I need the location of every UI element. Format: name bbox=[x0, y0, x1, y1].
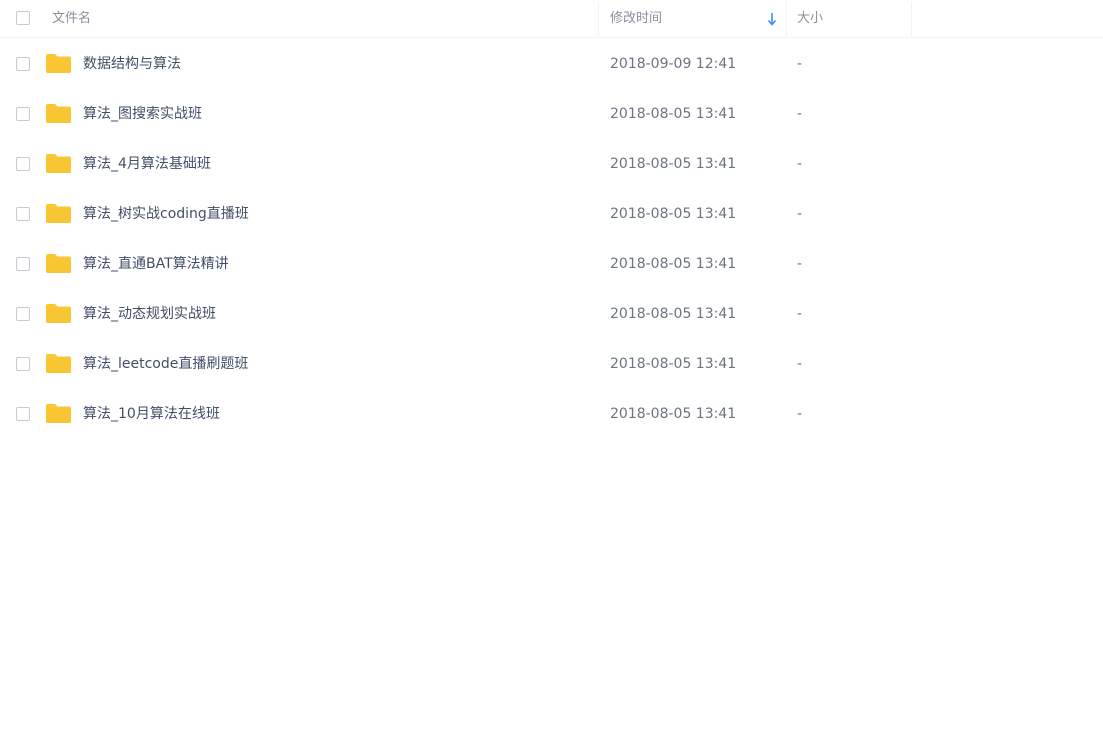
modified-time: 2018-08-05 13:41 bbox=[610, 356, 737, 372]
row-checkbox[interactable] bbox=[16, 257, 30, 271]
row-checkbox[interactable] bbox=[16, 107, 30, 121]
column-header-size[interactable]: 大小 bbox=[797, 11, 823, 27]
file-name-link[interactable]: 算法_动态规划实战班 bbox=[83, 305, 216, 323]
modified-time: 2018-08-05 13:41 bbox=[610, 106, 737, 122]
file-name-link[interactable]: 算法_leetcode直播刷题班 bbox=[83, 355, 248, 373]
row-checkbox[interactable] bbox=[16, 157, 30, 171]
modified-time: 2018-08-05 13:41 bbox=[610, 406, 737, 422]
column-header-name[interactable]: 文件名 bbox=[52, 11, 91, 27]
folder-icon bbox=[46, 204, 71, 223]
column-divider bbox=[598, 2, 599, 36]
modified-time: 2018-08-05 13:41 bbox=[610, 206, 737, 222]
table-row[interactable]: 算法_leetcode直播刷题班 2018-08-05 13:41 - bbox=[0, 339, 1103, 389]
modified-time: 2018-09-09 12:41 bbox=[610, 56, 737, 72]
row-checkbox[interactable] bbox=[16, 57, 30, 71]
table-row[interactable]: 算法_10月算法在线班 2018-08-05 13:41 - bbox=[0, 389, 1103, 439]
list-header: 文件名 修改时间 大小 bbox=[0, 0, 1103, 38]
file-size: - bbox=[797, 406, 803, 422]
table-row[interactable]: 算法_动态规划实战班 2018-08-05 13:41 - bbox=[0, 289, 1103, 339]
modified-time: 2018-08-05 13:41 bbox=[610, 256, 737, 272]
file-name-link[interactable]: 算法_4月算法基础班 bbox=[83, 155, 211, 173]
arrow-down-icon[interactable] bbox=[766, 12, 778, 26]
select-all-checkbox[interactable] bbox=[16, 11, 30, 25]
file-rows: 数据结构与算法 2018-09-09 12:41 - 算法_图搜索实战班 2018-08… bbox=[0, 39, 1103, 439]
row-checkbox[interactable] bbox=[16, 207, 30, 221]
table-row[interactable]: 算法_树实战coding直播班 2018-08-05 13:41 - bbox=[0, 189, 1103, 239]
row-checkbox[interactable] bbox=[16, 357, 30, 371]
file-size: - bbox=[797, 356, 803, 372]
table-row[interactable]: 数据结构与算法 2018-09-09 12:41 - bbox=[0, 39, 1103, 89]
table-row[interactable]: 算法_4月算法基础班 2018-08-05 13:41 - bbox=[0, 139, 1103, 189]
row-checkbox[interactable] bbox=[16, 307, 30, 321]
file-size: - bbox=[797, 256, 803, 272]
file-size: - bbox=[797, 306, 803, 322]
folder-icon bbox=[46, 154, 71, 173]
table-row[interactable]: 算法_图搜索实战班 2018-08-05 13:41 - bbox=[0, 89, 1103, 139]
file-size: - bbox=[797, 56, 803, 72]
folder-icon bbox=[46, 404, 71, 423]
file-size: - bbox=[797, 156, 803, 172]
file-size: - bbox=[797, 206, 803, 222]
folder-icon bbox=[46, 54, 71, 73]
column-header-mtime[interactable]: 修改时间 bbox=[610, 11, 662, 27]
row-checkbox[interactable] bbox=[16, 407, 30, 421]
folder-icon bbox=[46, 354, 71, 373]
folder-icon bbox=[46, 254, 71, 273]
modified-time: 2018-08-05 13:41 bbox=[610, 306, 737, 322]
file-name-link[interactable]: 算法_直通BAT算法精讲 bbox=[83, 255, 229, 273]
file-list: 文件名 修改时间 大小 数据结构与算法 2018-09-09 12:41- 算法_图… bbox=[0, 0, 1103, 753]
modified-time: 2018-08-05 13:41 bbox=[610, 156, 737, 172]
folder-icon bbox=[46, 104, 71, 123]
file-name-link[interactable]: 数据结构与算法 bbox=[83, 55, 181, 73]
column-divider bbox=[911, 2, 912, 36]
file-name-link[interactable]: 算法_10月算法在线班 bbox=[83, 405, 220, 423]
folder-icon bbox=[46, 304, 71, 323]
file-name-link[interactable]: 算法_图搜索实战班 bbox=[83, 105, 202, 123]
table-row[interactable]: 算法_直通BAT算法精讲 2018-08-05 13:41 - bbox=[0, 239, 1103, 289]
file-size: - bbox=[797, 106, 803, 122]
column-divider bbox=[786, 2, 787, 36]
file-name-link[interactable]: 算法_树实战coding直播班 bbox=[83, 205, 249, 223]
